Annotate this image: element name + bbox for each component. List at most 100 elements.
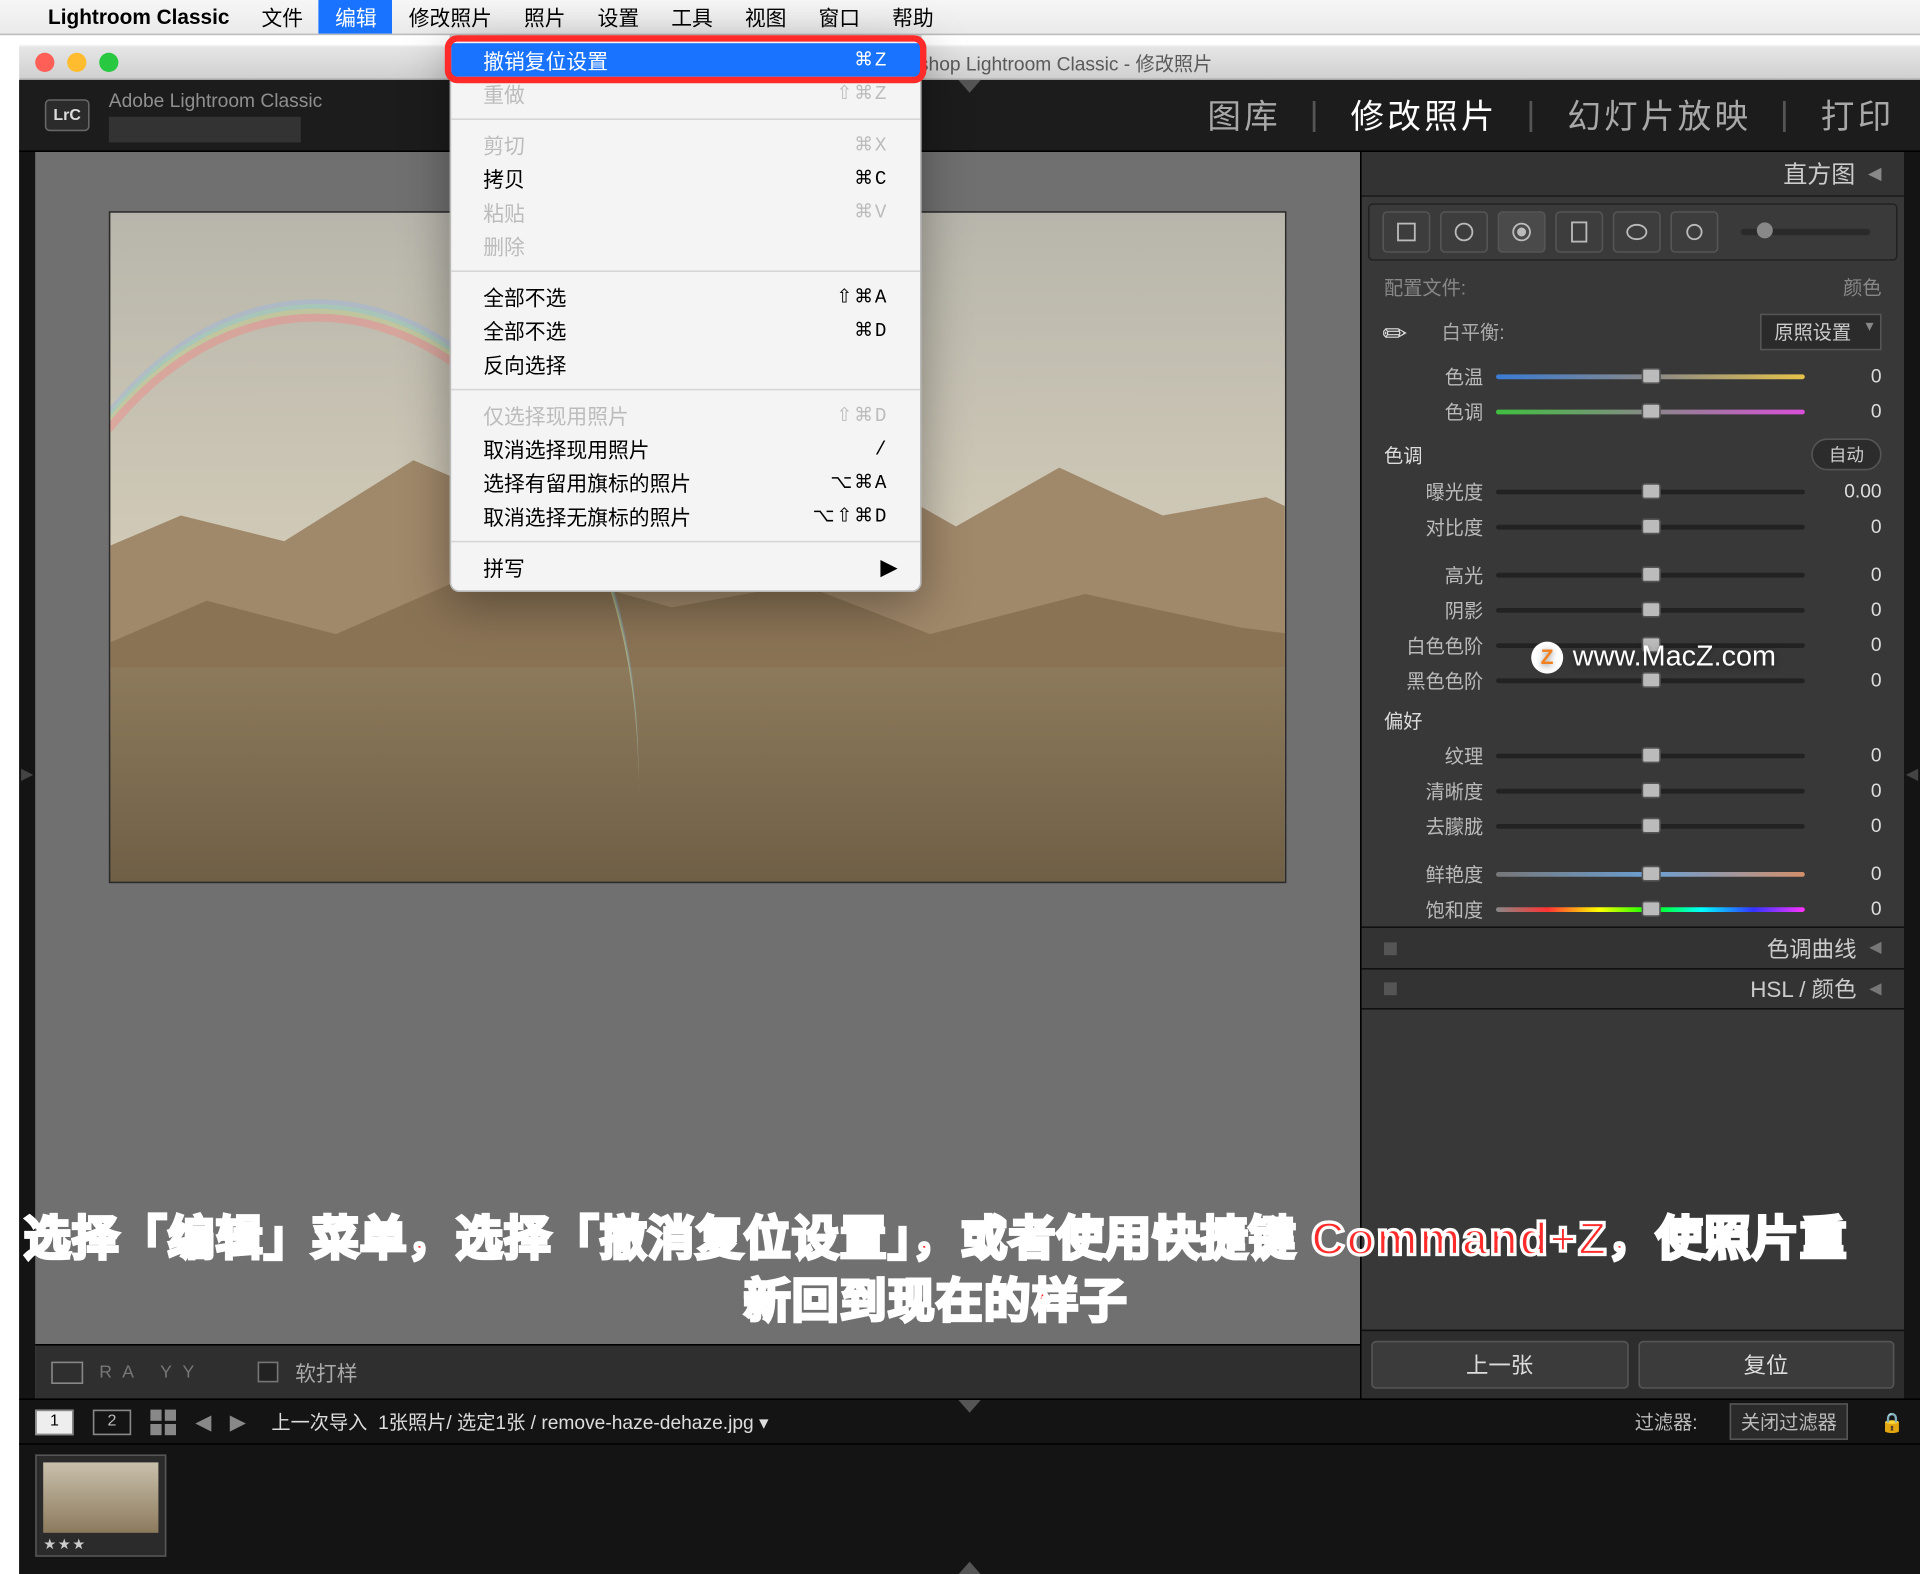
vibrance-value[interactable]: 0	[1818, 862, 1882, 884]
texture-value[interactable]: 0	[1818, 744, 1882, 766]
saturation-slider[interactable]	[1496, 901, 1805, 917]
wb-select[interactable]: 原照设置	[1760, 313, 1882, 350]
clarity-slider[interactable]	[1496, 782, 1805, 798]
soft-proof-checkbox[interactable]	[258, 1362, 279, 1383]
profile-value[interactable]: 颜色	[1843, 274, 1881, 301]
module-library[interactable]: 图库	[1207, 91, 1281, 139]
top-panel-handle-icon[interactable]	[958, 80, 980, 93]
radial-filter-icon[interactable]	[1613, 211, 1661, 253]
highlights-value[interactable]: 0	[1818, 563, 1882, 585]
hsl-panel-header[interactable]: HSL / 颜色◀	[1362, 968, 1904, 1010]
chevron-left-icon: ◀	[1868, 163, 1882, 184]
blacks-label: 黑色色阶	[1384, 666, 1483, 693]
menu-item[interactable]: 撤销复位设置⌘Z	[451, 43, 920, 77]
temp-slider[interactable]	[1496, 368, 1805, 384]
menu-item[interactable]: 取消选择现用照片/	[451, 432, 920, 466]
menu-item[interactable]: 全部不选⌘D	[451, 314, 920, 348]
window-title: be Photoshop Lightroom Classic - 修改照片	[134, 49, 1920, 76]
watermark-logo-icon: Z	[1531, 641, 1563, 673]
menu-photo[interactable]: 照片	[508, 0, 582, 34]
dehaze-slider[interactable]	[1496, 818, 1805, 834]
module-print[interactable]: 打印	[1821, 91, 1895, 139]
contrast-slider[interactable]	[1496, 518, 1805, 534]
module-slideshow[interactable]: 幻灯片放映	[1567, 91, 1751, 139]
identity-plate[interactable]	[109, 116, 301, 142]
menu-window[interactable]: 窗口	[802, 0, 876, 34]
menu-view[interactable]: 视图	[729, 0, 803, 34]
exposure-slider[interactable]	[1496, 483, 1805, 499]
menu-item[interactable]: 拷贝⌘C	[451, 162, 920, 196]
shadows-value[interactable]: 0	[1818, 598, 1882, 620]
secondary-monitor-button[interactable]: 2	[93, 1409, 131, 1435]
previous-button[interactable]: 上一张	[1371, 1341, 1628, 1389]
menu-item[interactable]: 选择有留用旗标的照片⌥⌘A	[451, 466, 920, 500]
filmstrip-handle-icon[interactable]	[958, 1400, 980, 1413]
rating-stars-icon[interactable]: ★★★	[43, 1536, 87, 1554]
temp-label: 色温	[1384, 362, 1483, 389]
window-minimize-button[interactable]	[67, 53, 86, 72]
tone-curve-panel-header[interactable]: 色调曲线◀	[1362, 926, 1904, 968]
filter-select[interactable]: 关闭过滤器	[1730, 1403, 1848, 1440]
tint-label: 色调	[1384, 398, 1483, 425]
filter-lock-icon[interactable]: 🔒	[1880, 1410, 1904, 1432]
tint-value[interactable]: 0	[1818, 400, 1882, 422]
whites-value[interactable]: 0	[1818, 634, 1882, 656]
saturation-value[interactable]: 0	[1818, 898, 1882, 920]
menu-help[interactable]: 帮助	[876, 0, 950, 34]
highlights-slider[interactable]	[1496, 566, 1805, 582]
redeye-tool-icon[interactable]	[1498, 211, 1546, 253]
shadows-slider[interactable]	[1496, 602, 1805, 618]
filmstrip-bottom-handle-icon[interactable]	[958, 1562, 980, 1574]
menu-item: 剪切⌘X	[451, 128, 920, 162]
crop-tool-icon[interactable]	[1382, 211, 1430, 253]
module-picker-bar: LrC Adobe Lightroom Classic 图库| 修改照片| 幻灯…	[19, 80, 1920, 152]
histogram-panel-header[interactable]: 直方图◀	[1362, 152, 1904, 197]
right-panel-handle-icon[interactable]: ◀	[1904, 152, 1920, 1398]
tool-strip	[1368, 203, 1898, 261]
window-zoom-button[interactable]	[99, 53, 118, 72]
grad-filter-icon[interactable]	[1555, 211, 1603, 253]
tint-slider[interactable]	[1496, 403, 1805, 419]
menu-item[interactable]: 反向选择	[451, 347, 920, 381]
filmstrip-nav-icons[interactable]: ◀ ▶	[195, 1409, 252, 1435]
exposure-value[interactable]: 0.00	[1818, 480, 1882, 502]
menu-edit[interactable]: 编辑	[319, 0, 393, 34]
menu-item[interactable]: 取消选择无旗标的照片⌥⇧⌘D	[451, 499, 920, 533]
tool-size-slider[interactable]	[1741, 229, 1871, 235]
primary-monitor-button[interactable]: 1	[35, 1409, 73, 1435]
import-source-label[interactable]: 上一次导入	[271, 1411, 367, 1433]
vibrance-slider[interactable]	[1496, 866, 1805, 882]
reset-button[interactable]: 复位	[1638, 1341, 1895, 1389]
grid-view-icon[interactable]	[150, 1409, 176, 1435]
blacks-slider[interactable]	[1496, 672, 1805, 688]
menu-item[interactable]: 全部不选⇧⌘A	[451, 280, 920, 314]
auto-tone-button[interactable]: 自动	[1811, 438, 1881, 470]
wb-eyedropper-icon[interactable]: ✎	[1375, 302, 1434, 361]
menu-file[interactable]: 文件	[245, 0, 319, 34]
presence-header: 偏好	[1384, 707, 1422, 734]
menu-tools[interactable]: 工具	[655, 0, 729, 34]
module-develop[interactable]: 修改照片	[1351, 91, 1498, 139]
temp-value[interactable]: 0	[1818, 365, 1882, 387]
blacks-value[interactable]: 0	[1818, 669, 1882, 691]
menu-settings[interactable]: 设置	[582, 0, 656, 34]
filmstrip-thumbnail[interactable]: ★★★	[35, 1454, 166, 1556]
heal-tool-icon[interactable]	[1440, 211, 1488, 253]
develop-toolbar: R A Y Y 软打样	[35, 1344, 1360, 1398]
window-close-button[interactable]	[35, 53, 54, 72]
menu-item: 仅选择现用照片⇧⌘D	[451, 398, 920, 432]
menu-item[interactable]: 拼写▶	[451, 550, 920, 584]
brush-tool-icon[interactable]	[1670, 211, 1718, 253]
clarity-label: 清晰度	[1384, 777, 1483, 804]
menu-app[interactable]: Lightroom Classic	[32, 0, 245, 34]
contrast-value[interactable]: 0	[1818, 515, 1882, 537]
menu-develop[interactable]: 修改照片	[393, 0, 508, 34]
loupe-view-icon[interactable]	[51, 1361, 83, 1383]
shadows-label: 阴影	[1384, 596, 1483, 623]
before-after-icons[interactable]: R A Y Y	[99, 1362, 197, 1381]
app-window: be Photoshop Lightroom Classic - 修改照片 Lr…	[19, 45, 1920, 1574]
filename-label[interactable]: remove-haze-dehaze.jpg	[541, 1411, 753, 1433]
clarity-value[interactable]: 0	[1818, 779, 1882, 801]
texture-slider[interactable]	[1496, 747, 1805, 763]
dehaze-value[interactable]: 0	[1818, 814, 1882, 836]
